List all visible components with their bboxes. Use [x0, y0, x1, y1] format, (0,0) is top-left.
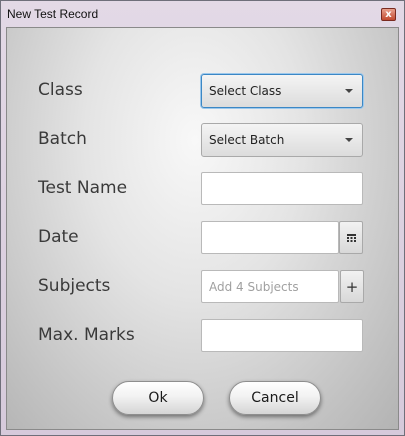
- batch-select[interactable]: Select Batch: [201, 123, 363, 157]
- test-name-input[interactable]: [201, 172, 363, 205]
- form-panel: Class Select Class Batch Select Batch Te…: [6, 27, 399, 430]
- subjects-label: Subjects: [38, 276, 111, 296]
- close-icon: x: [385, 9, 392, 20]
- subjects-input[interactable]: [201, 270, 339, 303]
- title-bar[interactable]: New Test Record x: [1, 1, 404, 26]
- add-subject-button[interactable]: +: [340, 270, 364, 303]
- class-select[interactable]: Select Class: [201, 74, 363, 108]
- batch-select-value: Select Batch: [209, 133, 285, 147]
- test-name-label: Test Name: [38, 178, 128, 198]
- chevron-down-icon: [345, 89, 353, 93]
- batch-label: Batch: [38, 129, 87, 149]
- dialog-window: New Test Record x Class Select Class Bat…: [0, 0, 405, 436]
- class-select-value: Select Class: [209, 84, 282, 98]
- ok-button[interactable]: Ok: [112, 381, 204, 415]
- max-marks-input[interactable]: [201, 319, 363, 352]
- class-label: Class: [38, 80, 83, 100]
- date-input[interactable]: [201, 221, 339, 254]
- window-title: New Test Record: [7, 7, 99, 21]
- close-button[interactable]: x: [381, 8, 396, 21]
- date-label: Date: [38, 227, 79, 247]
- date-picker-button[interactable]: [339, 221, 363, 254]
- calendar-icon: [347, 234, 356, 242]
- plus-icon: +: [345, 278, 359, 296]
- max-marks-label: Max. Marks: [38, 325, 135, 345]
- chevron-down-icon: [345, 138, 353, 142]
- cancel-button[interactable]: Cancel: [229, 381, 321, 415]
